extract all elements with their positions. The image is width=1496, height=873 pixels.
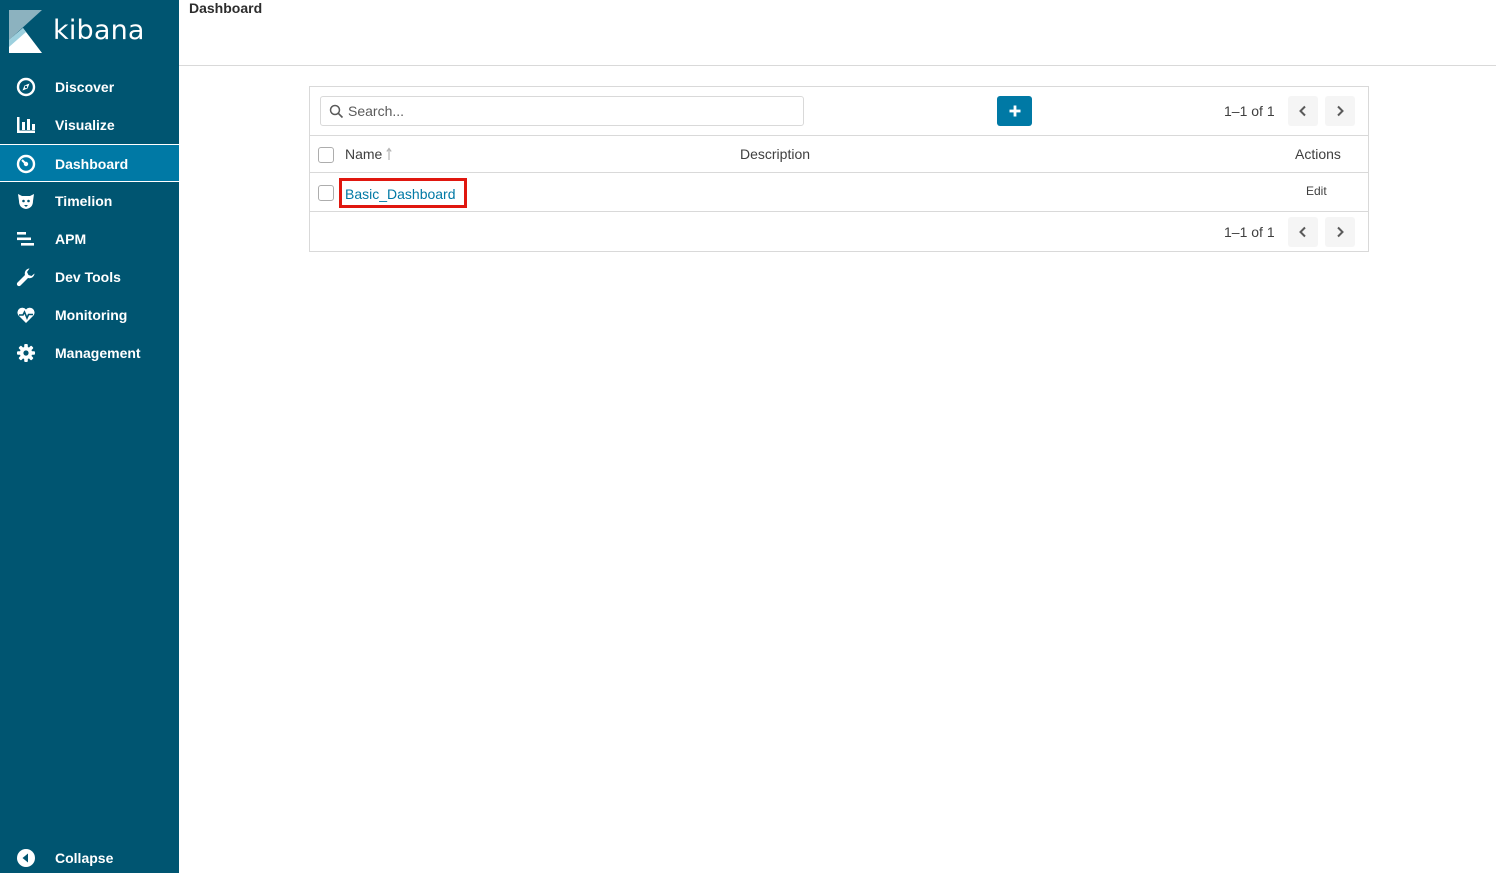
plus-icon	[1009, 105, 1020, 117]
column-header-description[interactable]: Description	[740, 146, 810, 162]
timelion-icon	[16, 191, 36, 211]
previous-page-button[interactable]	[1288, 96, 1318, 126]
sidebar-item-label: Dev Tools	[55, 269, 121, 285]
sidebar-item-label: Dashboard	[55, 156, 129, 172]
sidebar-item-label: Visualize	[55, 117, 115, 133]
sidebar-item-dev-tools[interactable]: Dev Tools	[0, 258, 179, 296]
heartbeat-icon	[16, 305, 36, 325]
column-header-actions: Actions	[1295, 146, 1341, 162]
chevron-right-icon	[1337, 105, 1344, 117]
table-row: Basic_Dashboard Edit	[310, 173, 1368, 212]
sidebar-item-dashboard[interactable]: Dashboard	[0, 144, 179, 182]
sidebar-item-visualize[interactable]: Visualize	[0, 106, 179, 144]
page-title: Dashboard	[189, 0, 263, 16]
edit-link[interactable]: Edit	[1306, 184, 1327, 198]
compass-icon	[16, 77, 36, 97]
apm-icon	[16, 229, 36, 249]
chevron-left-icon	[1299, 105, 1306, 117]
sidebar-item-label: APM	[55, 231, 87, 247]
highlight-box: Basic_Dashboard	[339, 178, 467, 208]
pagination-count: 1–1 of 1	[1224, 103, 1275, 119]
gear-icon	[16, 343, 36, 363]
previous-page-button[interactable]	[1288, 217, 1318, 247]
bar-chart-icon	[16, 115, 36, 135]
sidebar-item-label: Management	[55, 345, 141, 361]
sidebar-item-apm[interactable]: APM	[0, 220, 179, 258]
brand[interactable]: kibana	[0, 0, 179, 64]
sidebar: kibana Discover Visualize Dashboard Time…	[0, 0, 179, 873]
chevron-right-icon	[1337, 226, 1344, 238]
panel-footer: 1–1 of 1	[310, 212, 1368, 251]
sort-ascending-icon[interactable]	[386, 147, 392, 161]
row-checkbox[interactable]	[318, 185, 334, 201]
sidebar-item-monitoring[interactable]: Monitoring	[0, 296, 179, 334]
next-page-button[interactable]	[1325, 96, 1355, 126]
collapse-button[interactable]: Collapse	[0, 839, 179, 872]
dashboard-title-link[interactable]: Basic_Dashboard	[345, 186, 456, 202]
sidebar-item-discover[interactable]: Discover	[0, 68, 179, 106]
next-page-button[interactable]	[1325, 217, 1355, 247]
sidebar-item-label: Discover	[55, 79, 115, 95]
kibana-logo-icon	[9, 10, 42, 53]
search-input[interactable]	[348, 98, 798, 124]
column-header-name[interactable]: Name	[345, 146, 382, 162]
panel-toolbar: 1–1 of 1	[310, 87, 1368, 136]
top-bar: Dashboard	[179, 0, 1496, 66]
select-all-checkbox[interactable]	[318, 147, 334, 163]
collapse-arrow-icon	[16, 848, 36, 868]
table-header: Name Description Actions	[310, 136, 1368, 173]
pagination-count: 1–1 of 1	[1224, 224, 1275, 240]
chevron-left-icon	[1299, 226, 1306, 238]
sidebar-item-label: Timelion	[55, 193, 113, 209]
dashboard-list-panel: 1–1 of 1 Name Description Actions Basic_…	[309, 86, 1369, 252]
brand-name: kibana	[53, 15, 145, 46]
collapse-label: Collapse	[55, 850, 114, 866]
search-box[interactable]	[320, 96, 804, 126]
sidebar-item-management[interactable]: Management	[0, 334, 179, 372]
dashboard-icon	[16, 154, 36, 174]
search-icon	[329, 104, 344, 119]
sidebar-item-label: Monitoring	[55, 307, 128, 323]
wrench-icon	[16, 267, 36, 287]
sidebar-item-timelion[interactable]: Timelion	[0, 182, 179, 220]
add-dashboard-button[interactable]	[997, 96, 1032, 126]
